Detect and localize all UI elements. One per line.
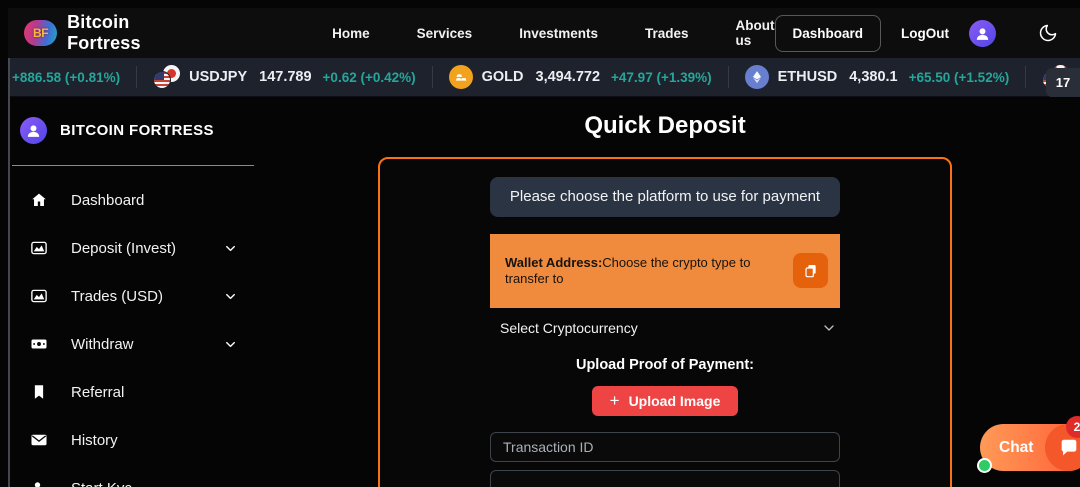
upload-image-label: Upload Image [629, 393, 721, 409]
sidebar-item-withdraw[interactable]: Withdraw [10, 320, 260, 368]
ticker-item-gold[interactable]: GOLD 3,494.772 +47.97 (+1.39%) [433, 65, 728, 89]
sidebar-header: BITCOIN FORTRESS [10, 97, 260, 144]
banknote-icon [30, 335, 48, 353]
wallet-address-box: Wallet Address:Choose the crypto type to… [490, 234, 840, 308]
chevron-down-icon [821, 320, 837, 336]
area-chart-icon [30, 239, 48, 257]
upload-image-button[interactable]: + Upload Image [592, 386, 739, 416]
top-navigation: Home Services Investments Trades About u… [332, 18, 774, 48]
wallet-address-label: Wallet Address: [505, 255, 602, 270]
chevron-down-icon[interactable] [223, 289, 238, 304]
sidebar: BITCOIN FORTRESS Dashboard Deposit (Inve… [10, 97, 260, 487]
person-icon [25, 122, 42, 139]
ticker-item-partial[interactable]: +886.58 (+0.81%) [8, 70, 136, 85]
sidebar-item-trades[interactable]: Trades (USD) [10, 272, 260, 320]
ticker-item-usdjpy[interactable]: USDJPY 147.789 +0.62 (+0.42%) [137, 65, 432, 89]
topbar: BF Bitcoin Fortress Home Services Invest… [8, 8, 1080, 58]
eth-icon [745, 65, 769, 89]
wallet-address-text: Wallet Address:Choose the crypto type to… [505, 255, 793, 288]
ticker-symbol: ETHUSD [778, 69, 838, 85]
sidebar-divider [12, 165, 254, 166]
moon-icon [1038, 23, 1058, 43]
copy-icon [803, 263, 819, 279]
online-status-dot [977, 458, 992, 473]
nav-about[interactable]: About us [736, 18, 775, 48]
sidebar-item-history[interactable]: History [10, 416, 260, 464]
transaction-id-input[interactable] [490, 432, 840, 463]
ticker-change: +65.50 (+1.52%) [909, 70, 1010, 85]
ticker-symbol: USDJPY [189, 69, 247, 85]
market-ticker: +886.58 (+0.81%) USDJPY 147.789 +0.62 (+… [8, 58, 1080, 97]
ticker-price: 4,380.1 [849, 69, 897, 85]
ticker-change: +47.97 (+1.39%) [611, 70, 712, 85]
sidebar-title: BITCOIN FORTRESS [60, 122, 214, 139]
chevron-down-icon[interactable] [223, 337, 238, 352]
sidebar-avatar [20, 117, 47, 144]
ticker-item-ethusd[interactable]: ETHUSD 4,380.1 +65.50 (+1.52%) [729, 65, 1026, 89]
chat-widget[interactable]: Chat 2 [980, 424, 1080, 471]
crypto-select-label: Select Cryptocurrency [500, 320, 638, 336]
dark-mode-toggle[interactable] [1038, 23, 1058, 43]
sidebar-item-referral[interactable]: Referral [10, 368, 260, 416]
tradingview-attribution-badge[interactable]: 17 [1046, 68, 1080, 97]
usdjpy-flags-icon [153, 65, 180, 89]
user-avatar[interactable] [969, 20, 996, 47]
sidebar-item-start-kyc[interactable]: Start Kyc [10, 464, 260, 487]
secondary-input[interactable] [490, 470, 840, 487]
nav-investments[interactable]: Investments [519, 26, 598, 41]
deposit-panel: Please choose the platform to use for pa… [378, 157, 952, 487]
upload-proof-label: Upload Proof of Payment: [576, 357, 754, 373]
gold-icon [449, 65, 473, 89]
crypto-select[interactable]: Select Cryptocurrency [490, 316, 840, 340]
nav-home[interactable]: Home [332, 26, 370, 41]
ticker-change: +0.62 (+0.42%) [323, 70, 416, 85]
chevron-down-icon[interactable] [223, 241, 238, 256]
ticker-price: 147.789 [259, 69, 311, 85]
envelope-icon [30, 431, 48, 449]
person-add-icon [30, 479, 48, 487]
chat-label: Chat [999, 439, 1033, 457]
home-icon [30, 191, 48, 209]
sidebar-item-dashboard[interactable]: Dashboard [10, 176, 260, 224]
page-title: Quick Deposit [378, 112, 952, 140]
plus-icon: + [610, 391, 620, 411]
speech-bubble-icon [1058, 437, 1080, 459]
dashboard-button[interactable]: Dashboard [775, 15, 882, 52]
nav-trades[interactable]: Trades [645, 26, 689, 41]
app-window: BF Bitcoin Fortress Home Services Invest… [0, 0, 1080, 487]
bookmark-icon [30, 383, 48, 401]
ticker-symbol: GOLD [482, 69, 524, 85]
nav-services[interactable]: Services [417, 26, 473, 41]
brand-logo-icon: BF [24, 20, 57, 46]
sidebar-menu: Dashboard Deposit (Invest) Trades (USD) [10, 176, 260, 487]
payment-notice: Please choose the platform to use for pa… [490, 177, 840, 217]
sidebar-item-deposit[interactable]: Deposit (Invest) [10, 224, 260, 272]
topbar-right: Dashboard LogOut [775, 15, 1059, 52]
brand[interactable]: BF Bitcoin Fortress [24, 12, 190, 54]
copy-address-button[interactable] [793, 253, 828, 288]
ticker-change: +886.58 (+0.81%) [12, 70, 120, 85]
area-chart-icon [30, 287, 48, 305]
person-icon [974, 25, 991, 42]
logout-button[interactable]: LogOut [901, 26, 949, 41]
brand-name: Bitcoin Fortress [67, 12, 190, 54]
ticker-price: 3,494.772 [536, 69, 601, 85]
